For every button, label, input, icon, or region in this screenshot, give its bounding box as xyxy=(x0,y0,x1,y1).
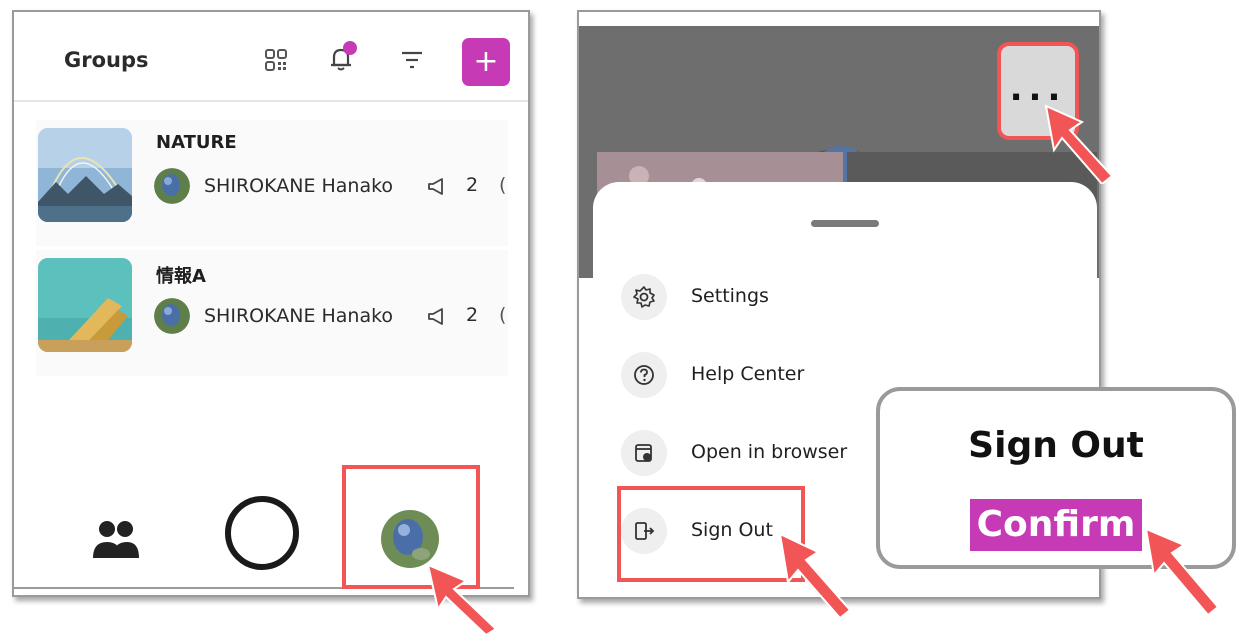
groups-icon[interactable] xyxy=(90,517,142,561)
megaphone-icon xyxy=(426,175,448,197)
megaphone-icon xyxy=(426,305,448,327)
menu-item-label: Settings xyxy=(691,285,769,307)
list-item[interactable]: NATURE SHIROKANE Hanako 2 ( xyxy=(36,120,508,246)
group-owner: SHIROKANE Hanako xyxy=(204,305,394,327)
bell-icon[interactable] xyxy=(324,40,360,76)
group-name: NATURE xyxy=(156,132,237,153)
clipped-icon: ( xyxy=(499,304,507,326)
add-group-button[interactable]: + xyxy=(462,38,510,86)
qr-code-icon[interactable] xyxy=(262,46,290,74)
gear-icon xyxy=(621,274,667,320)
filter-icon[interactable] xyxy=(398,46,426,74)
groups-header: Groups + xyxy=(14,12,528,102)
avatar xyxy=(154,298,190,334)
list-item[interactable]: 情報A SHIROKANE Hanako 2 ( xyxy=(36,250,508,376)
pointer-arrow-icon xyxy=(426,563,498,635)
dialog-title: Sign Out xyxy=(968,425,1144,466)
pointer-arrow-icon xyxy=(1144,527,1220,617)
announcement-count: 2 xyxy=(466,174,479,196)
page-title: Groups xyxy=(64,48,149,72)
group-thumbnail xyxy=(38,128,132,222)
browser-icon xyxy=(621,430,667,476)
avatar xyxy=(154,168,190,204)
drag-handle[interactable] xyxy=(811,220,879,227)
home-circle-icon[interactable] xyxy=(224,495,300,571)
menu-item-label: Help Center xyxy=(691,363,805,385)
groups-screen: Groups + NATURE SHIROKANE Hanako 2 (情報A… xyxy=(12,10,530,597)
confirm-button[interactable]: Confirm xyxy=(970,499,1142,551)
pointer-arrow-icon xyxy=(778,532,852,620)
menu-item-label: Open in browser xyxy=(691,441,848,463)
clipped-icon: ( xyxy=(499,174,507,196)
group-thumbnail xyxy=(38,258,132,352)
group-owner: SHIROKANE Hanako xyxy=(204,175,394,197)
help-icon xyxy=(621,352,667,398)
menu-item-settings[interactable]: Settings xyxy=(621,270,961,326)
pointer-arrow-icon xyxy=(1044,104,1114,184)
group-name: 情報A xyxy=(156,266,206,287)
announcement-count: 2 xyxy=(466,304,479,326)
